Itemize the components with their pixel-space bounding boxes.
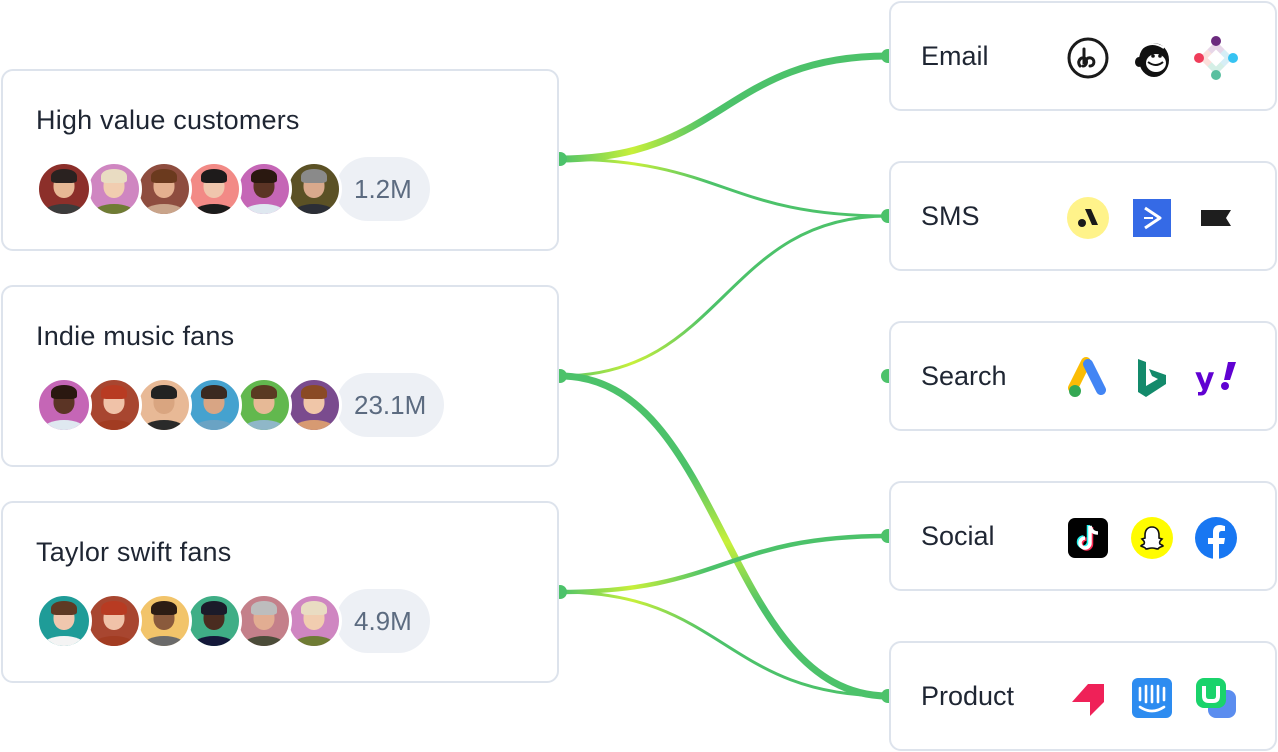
avatar-group: 23.1M — [36, 373, 445, 437]
avatar — [236, 161, 292, 217]
channel-card-search[interactable]: Search y — [889, 321, 1277, 431]
avatar-group: 4.9M — [36, 589, 430, 653]
avatar-group: 1.2M — [36, 157, 430, 221]
connection-indie-music-to-product — [556, 372, 892, 700]
integration-icons — [1066, 196, 1238, 240]
channel-card-email[interactable]: Email — [889, 1, 1277, 111]
avatar — [286, 377, 342, 433]
braze-product-icon[interactable] — [1066, 676, 1110, 720]
channel-label: Email — [921, 41, 989, 71]
integration-icons — [1066, 676, 1238, 720]
connection-taylor-swift-to-product — [558, 590, 890, 698]
avatar — [136, 593, 192, 649]
channel-label: Search — [921, 361, 1007, 391]
attentive-icon[interactable] — [1066, 196, 1110, 240]
intercom-icon[interactable] — [1130, 676, 1174, 720]
channel-label: Product — [921, 681, 1015, 711]
mailchimp-icon[interactable] — [1130, 36, 1174, 80]
avatar — [36, 161, 92, 217]
segment-card-taylor-swift[interactable]: Taylor swift fans 4.9M — [1, 501, 559, 683]
avatar — [36, 593, 92, 649]
google-ads-icon[interactable] — [1066, 356, 1110, 400]
svg-text:y: y — [1195, 362, 1215, 397]
channel-card-social[interactable]: Social — [889, 481, 1277, 591]
segment-card-high-value[interactable]: High value customers 1.2M — [1, 69, 559, 251]
channel-label: Social — [921, 521, 995, 551]
channel-card-sms[interactable]: SMS — [889, 161, 1277, 271]
avatar — [136, 377, 192, 433]
avatar — [36, 377, 92, 433]
audience-count-badge: 4.9M — [336, 589, 430, 653]
segment-card-indie-music[interactable]: Indie music fans 23.1M — [1, 285, 559, 467]
connection-high-value-to-email — [556, 52, 892, 163]
facebook-icon[interactable] — [1194, 516, 1238, 560]
avatar — [86, 161, 142, 217]
avatar — [186, 593, 242, 649]
avatar — [136, 161, 192, 217]
avatar — [186, 377, 242, 433]
avatar — [286, 593, 342, 649]
integration-icons — [1066, 36, 1238, 80]
channel-card-product[interactable]: Product — [889, 641, 1277, 751]
avatar — [186, 161, 242, 217]
integration-icons: y — [1066, 356, 1238, 400]
avatar — [86, 377, 142, 433]
avatar — [86, 593, 142, 649]
connection-taylor-swift-to-social — [557, 533, 891, 595]
bing-icon[interactable] — [1130, 356, 1174, 400]
userflow-icon[interactable] — [1194, 676, 1238, 720]
audience-count-badge: 23.1M — [336, 373, 445, 437]
avatar — [236, 593, 292, 649]
yahoo-icon[interactable]: y — [1194, 356, 1238, 400]
audience-count-badge: 1.2M — [336, 157, 430, 221]
channel-label: SMS — [921, 201, 980, 231]
segment-title: Taylor swift fans — [36, 537, 232, 567]
avatar — [286, 161, 342, 217]
connection-high-value-to-sms — [558, 157, 890, 218]
klaviyo-icon[interactable] — [1194, 196, 1238, 240]
segment-title: Indie music fans — [36, 321, 235, 351]
braze-icon[interactable] — [1066, 36, 1110, 80]
iterable-icon[interactable] — [1194, 36, 1238, 80]
connection-indie-music-to-sms — [558, 214, 890, 378]
activecampaign-icon[interactable] — [1130, 196, 1174, 240]
snapchat-icon[interactable] — [1130, 516, 1174, 560]
avatar — [236, 377, 292, 433]
segment-title: High value customers — [36, 105, 300, 135]
tiktok-icon[interactable] — [1066, 516, 1110, 560]
integration-icons — [1066, 516, 1238, 560]
